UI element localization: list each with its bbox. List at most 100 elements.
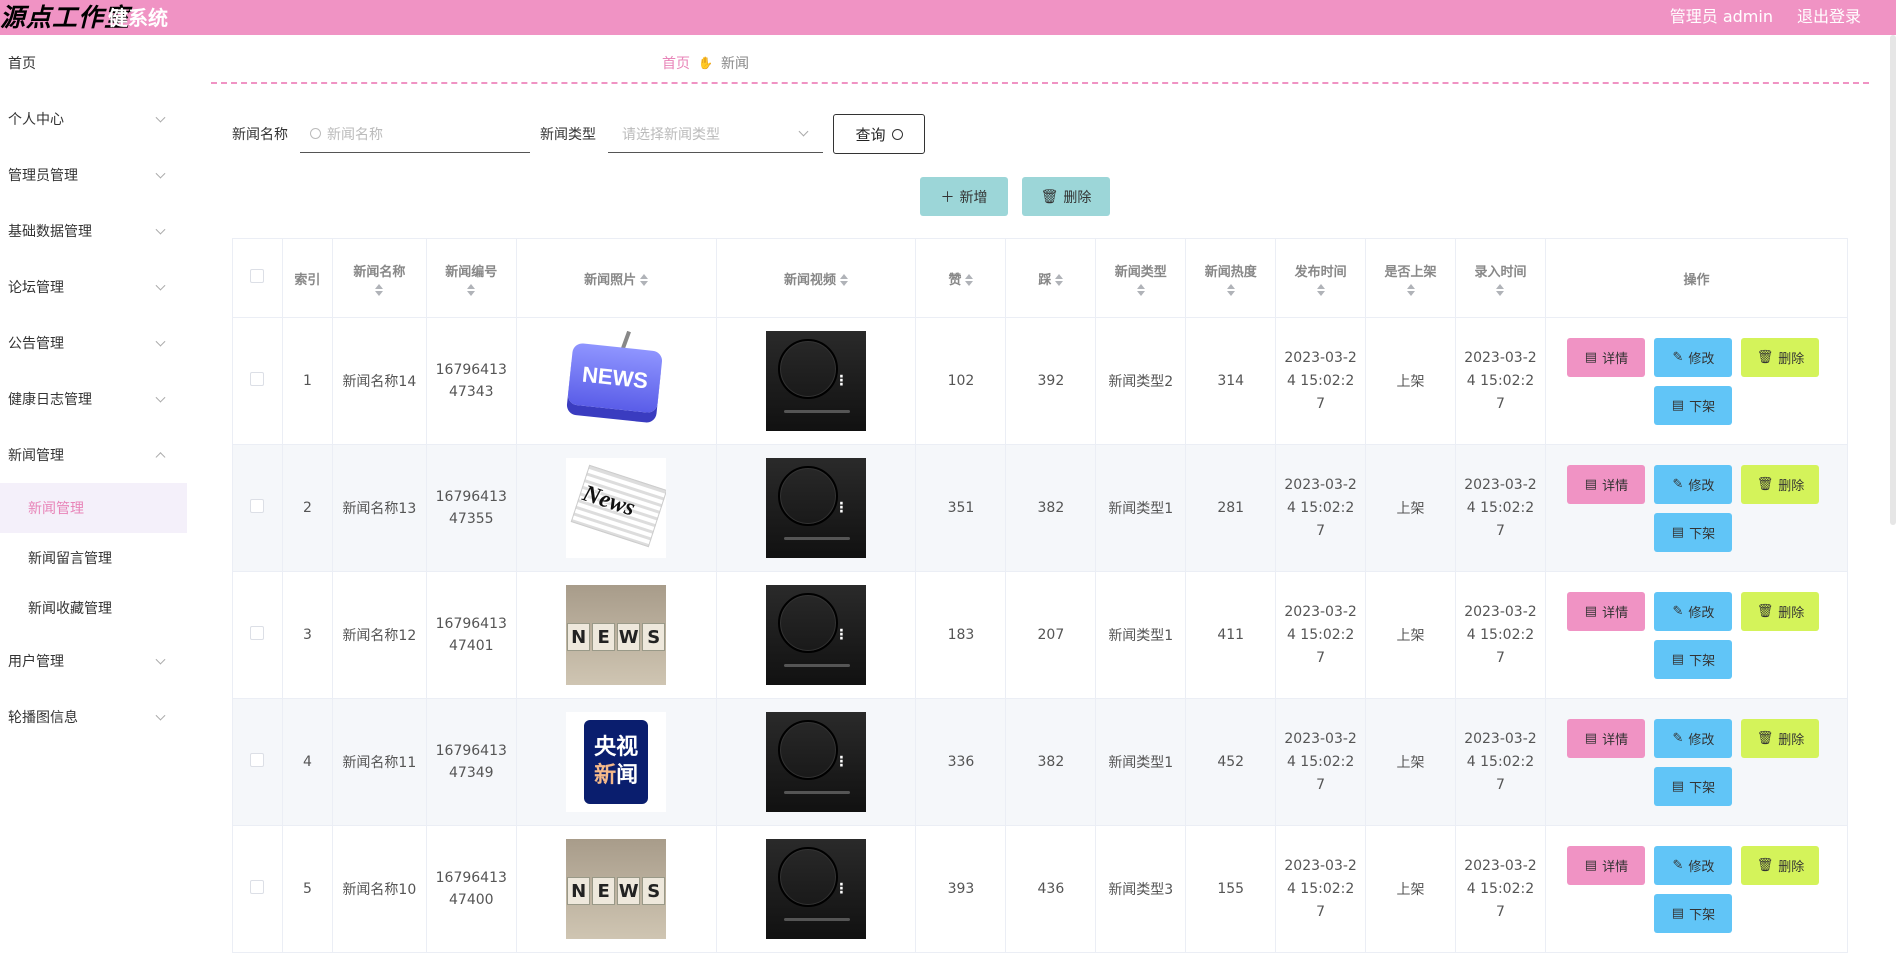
video-progress-bar[interactable] [784,791,851,794]
more-options-icon[interactable]: · · · [839,497,844,519]
news-photo[interactable]: NEWS [566,585,667,685]
breadcrumb-home[interactable]: 首页 [662,53,690,73]
chevron-down-icon [155,336,166,347]
th-label: 赞 [948,272,962,288]
more-options-icon[interactable]: · · · [839,370,844,392]
query-button[interactable]: 查询 [833,114,925,154]
batch-delete-button[interactable]: 🗑 删除 [1022,177,1110,216]
news-type-select[interactable]: 请选择新闻类型 [608,115,823,153]
th-name[interactable]: 新闻名称 [331,238,427,318]
news-photo[interactable]: 央视 新闻 [566,712,667,812]
sidebar-item-home[interactable]: 首页 [0,35,187,91]
cell-name: 新闻名称12 [331,571,427,699]
news-video-player[interactable]: · · · [766,458,867,558]
cell-entry: 2023-03-24 15:02:27 [1454,571,1546,699]
detail-button[interactable]: ▤ 详情 [1567,718,1646,758]
video-progress-bar[interactable] [784,537,851,540]
row-checkbox[interactable] [250,499,265,513]
th-label: 录入时间 [1474,264,1527,280]
th-shelf[interactable]: 是否上架 [1365,238,1456,318]
sidebar-item-health-log[interactable]: 健康日志管理 [0,371,187,427]
detail-button[interactable]: ▤ 详情 [1567,591,1646,631]
delete-button[interactable]: 🗑 删除 [1741,591,1820,631]
detail-button[interactable]: ▤ 详情 [1567,464,1646,504]
edit-button[interactable]: ✎ 修改 [1654,464,1733,504]
edit-button[interactable]: ✎ 修改 [1654,845,1733,885]
th-publish[interactable]: 发布时间 [1275,238,1367,318]
th-heat[interactable]: 新闻热度 [1185,238,1277,318]
unshelf-button[interactable]: ▤ 下架 [1654,639,1733,679]
unshelf-button[interactable]: ▤ 下架 [1654,385,1733,425]
news-video-player[interactable]: · · · [766,331,867,431]
sidebar-item-admins[interactable]: 管理员管理 [0,147,187,203]
sidebar-item-news[interactable]: 新闻管理 [0,427,187,483]
sidebar-item-base-data[interactable]: 基础数据管理 [0,203,187,259]
delete-button[interactable]: 🗑 删除 [1741,718,1820,758]
news-video-player[interactable]: · · · [766,839,867,939]
sidebar-item-label: 健康日志管理 [8,392,92,408]
batch-delete-label: 删除 [1063,189,1092,206]
news-photo[interactable]: NEWS [566,331,667,431]
detail-button[interactable]: ▤ 详情 [1567,845,1646,885]
news-blue-key-text: NEWS [567,342,664,414]
edit-button[interactable]: ✎ 修改 [1654,591,1733,631]
sidebar-subitem-news-comments[interactable]: 新闻留言管理 [0,533,187,583]
scrollbar-thumb[interactable] [1890,35,1896,525]
more-options-icon[interactable]: · · · [839,878,844,900]
video-progress-bar[interactable] [784,410,851,413]
delete-button[interactable]: 🗑 删除 [1741,464,1820,504]
row-checkbox[interactable] [250,880,265,894]
logout-link[interactable]: 退出登录 [1797,3,1861,27]
video-progress-bar[interactable] [784,664,851,667]
logo-system-name: 健系统 [108,5,169,30]
unshelf-button[interactable]: ▤ 下架 [1654,512,1733,552]
row-checkbox[interactable] [250,753,265,767]
delete-button[interactable]: 🗑 删除 [1741,337,1820,377]
th-ops: 操作 [1544,238,1849,318]
th-entry[interactable]: 录入时间 [1454,238,1546,318]
unshelf-button[interactable]: ▤ 下架 [1654,893,1733,933]
sidebar-item-forum[interactable]: 论坛管理 [0,259,187,315]
unshelf-label: 下架 [1689,526,1716,542]
delete-button[interactable]: 🗑 删除 [1741,845,1820,885]
row-checkbox[interactable] [250,626,265,640]
row-select-cell [232,825,283,953]
th-photo[interactable]: 新闻照片 [515,238,717,318]
row-checkbox[interactable] [250,372,265,386]
more-options-icon[interactable]: · · · [839,751,844,773]
edit-button[interactable]: ✎ 修改 [1654,337,1733,377]
sort-icon [1226,283,1235,296]
th-type[interactable]: 新闻类型 [1095,238,1187,318]
more-options-icon[interactable]: · · · [839,624,844,646]
add-button[interactable]: ＋ 新增 [920,177,1008,216]
app-logo: 源点工作室 健系统 [0,0,168,32]
th-dislike[interactable]: 踩 [1005,238,1097,318]
sidebar-item-profile[interactable]: 个人中心 [0,91,187,147]
th-video[interactable]: 新闻视频 [715,238,917,318]
cell-name: 新闻名称13 [331,444,427,572]
sidebar-subitem-news-manage[interactable]: 新闻管理 [0,483,187,533]
detail-button[interactable]: ▤ 详情 [1567,337,1646,377]
news-video-player[interactable]: · · · [766,712,867,812]
sidebar-item-users[interactable]: 用户管理 [0,633,187,689]
th-code[interactable]: 新闻编号 [425,238,517,318]
cell-shelf: 上架 [1365,698,1456,826]
news-video-player[interactable]: · · · [766,585,867,685]
edit-button[interactable]: ✎ 修改 [1654,718,1733,758]
delete-label: 删除 [1778,859,1805,875]
video-progress-bar[interactable] [784,918,851,921]
news-name-input[interactable]: 新闻名称 [300,115,530,153]
sidebar-item-notice[interactable]: 公告管理 [0,315,187,371]
sidebar-item-carousel[interactable]: 轮播图信息 [0,689,187,745]
breadcrumb-current: 新闻 [720,56,749,72]
select-all-checkbox[interactable] [250,269,265,283]
cell-dislike: 382 [1005,444,1097,572]
unshelf-button[interactable]: ▤ 下架 [1654,766,1733,806]
sort-icon [1496,283,1505,296]
th-like[interactable]: 赞 [915,238,1007,318]
cell-name: 新闻名称11 [331,698,427,826]
sidebar-subitem-news-favorites[interactable]: 新闻收藏管理 [0,583,187,633]
news-photo[interactable]: News [566,458,667,558]
sidebar-item-label: 管理员管理 [8,168,78,184]
news-photo[interactable]: NEWS [566,839,667,939]
